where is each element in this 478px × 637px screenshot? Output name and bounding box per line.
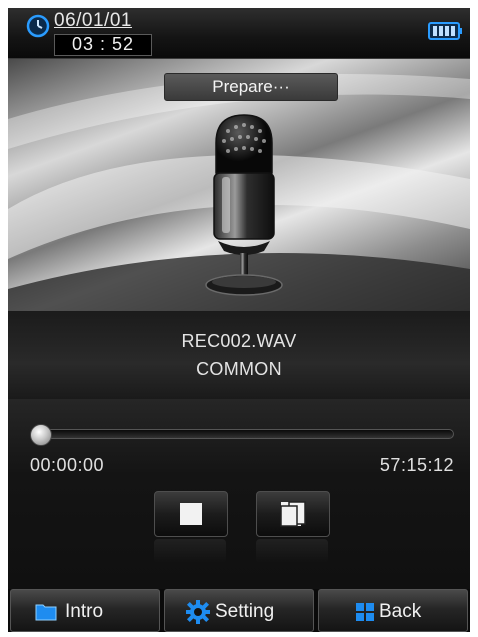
progress-area: 00:00:00 57:15:12 xyxy=(8,399,470,589)
time-label: 03 : 52 xyxy=(71,34,135,54)
battery-icon xyxy=(428,22,462,40)
date-label: 06/01/01 xyxy=(54,10,132,31)
stop-icon xyxy=(180,503,202,525)
folder-name: COMMON xyxy=(196,359,282,379)
recorder-screen: 06/01/01 03 : 52 Prepare··· REC002.WAV C… xyxy=(8,8,470,632)
file-info: REC002.WAV COMMON xyxy=(8,311,470,399)
folder-icon xyxy=(35,604,57,621)
bottom-bar: Intro Setting Back xyxy=(8,589,470,632)
save-icon xyxy=(280,501,306,527)
intro-label: Intro xyxy=(65,601,104,622)
save-button-reflection xyxy=(256,539,328,563)
status-bar: 06/01/01 03 : 52 xyxy=(8,8,470,59)
save-button[interactable] xyxy=(256,491,330,537)
setting-button[interactable]: Setting xyxy=(164,589,314,632)
total-time: 57:15:12 xyxy=(379,455,454,475)
back-button[interactable]: Back xyxy=(318,589,468,632)
grid-icon xyxy=(356,603,374,621)
artwork-panel: Prepare··· xyxy=(8,59,470,311)
microphone-icon xyxy=(205,114,283,296)
progress-track[interactable] xyxy=(32,429,454,439)
intro-button[interactable]: Intro xyxy=(10,589,160,632)
progress-knob[interactable] xyxy=(30,424,52,446)
stop-button-reflection xyxy=(154,539,226,563)
file-name: REC002.WAV xyxy=(181,331,297,351)
time-box: 03 : 52 xyxy=(54,34,152,56)
clock-icon xyxy=(26,14,50,38)
stop-button[interactable] xyxy=(154,491,228,537)
back-label: Back xyxy=(379,601,422,622)
setting-label: Setting xyxy=(215,601,275,622)
status-label: Prepare··· xyxy=(164,73,338,101)
gear-icon xyxy=(186,600,210,624)
elapsed-time: 00:00:00 xyxy=(30,455,105,475)
